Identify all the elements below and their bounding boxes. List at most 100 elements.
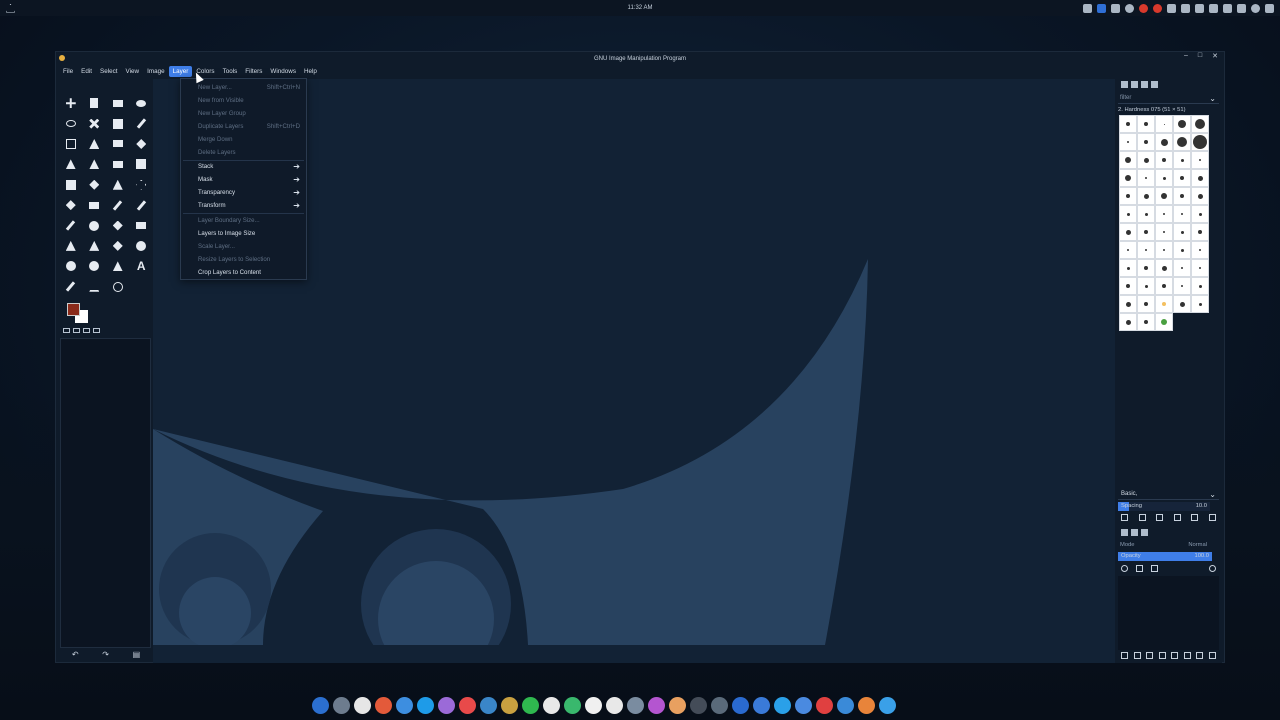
brush-thumbnail[interactable] [1173, 187, 1191, 205]
menu-tools[interactable]: Tools [219, 66, 242, 77]
new-group-icon[interactable] [1133, 652, 1141, 659]
dock-app-icon[interactable] [312, 696, 329, 714]
layer-mode-select[interactable]: Mode Normal [1118, 541, 1219, 550]
brush-thumbnail[interactable] [1191, 151, 1209, 169]
maximize-icon[interactable]: □ [1198, 52, 1202, 60]
grid-tool[interactable] [59, 175, 83, 195]
brush-thumbnail[interactable] [1119, 205, 1137, 223]
warp-tool[interactable] [106, 134, 130, 154]
eraser-tool[interactable] [130, 215, 154, 235]
menu-item-resize-layers-to-selection[interactable]: Resize Layers to Selection [181, 253, 306, 266]
ellipse-select-tool[interactable] [130, 93, 154, 113]
dock-app-icon[interactable] [669, 696, 686, 714]
lower-layer-icon[interactable] [1158, 652, 1166, 659]
paths-tool[interactable] [83, 256, 107, 276]
compass-tool[interactable] [83, 277, 107, 297]
color-picker-tool[interactable] [59, 277, 83, 297]
brush-thumbnail[interactable] [1191, 187, 1209, 205]
paths-tab-icon[interactable] [1141, 529, 1148, 536]
brush-thumbnail[interactable] [1155, 277, 1173, 295]
volume-icon[interactable] [1181, 3, 1190, 13]
brush-thumbnail[interactable] [1191, 133, 1209, 151]
brushes-tab-icon[interactable] [1121, 81, 1128, 88]
visibility-icon[interactable] [1121, 565, 1128, 572]
pencil-tool[interactable] [130, 195, 154, 215]
tray-app-icon[interactable] [1167, 3, 1176, 13]
clipboard-icon[interactable] [1111, 3, 1120, 13]
measure-tool[interactable] [106, 256, 130, 276]
dock-app-icon[interactable] [795, 696, 812, 714]
dock-app-icon[interactable] [648, 696, 665, 714]
brush-thumbnail[interactable] [1155, 241, 1173, 259]
dock-app-icon[interactable] [522, 696, 539, 714]
unified-transform-tool[interactable] [130, 134, 154, 154]
cage-tool[interactable] [59, 154, 83, 174]
menu-item-transparency[interactable]: Transparency ➔ [181, 186, 306, 199]
free-select-tool[interactable] [59, 113, 83, 133]
tray-app-icon[interactable] [1083, 3, 1092, 13]
effects-icon[interactable] [1151, 565, 1158, 572]
minimize-icon[interactable]: – [1184, 52, 1188, 60]
open-brush-icon[interactable] [1208, 514, 1216, 521]
opacity-slider[interactable]: Opacity 100.0 [1118, 552, 1212, 561]
brush-thumbnail[interactable] [1173, 277, 1191, 295]
menu-item-crop-layers-to-content[interactable]: Crop Layers to Content [181, 266, 306, 279]
menu-item-merge-down[interactable]: Merge Down [181, 133, 306, 146]
chevron-up-icon[interactable] [1223, 3, 1232, 13]
new-brush-icon[interactable] [1138, 514, 1146, 521]
brush-thumbnail[interactable] [1119, 115, 1137, 133]
brush-thumbnail[interactable] [1191, 205, 1209, 223]
search-icon[interactable] [1209, 565, 1216, 572]
redo-icon[interactable]: ↷ [102, 650, 109, 659]
heal-tool[interactable] [59, 236, 83, 256]
brush-thumbnail[interactable] [1173, 259, 1191, 277]
brush-thumbnail[interactable] [1173, 205, 1191, 223]
transform-tool[interactable] [83, 134, 107, 154]
dock-app-icon[interactable] [396, 696, 413, 714]
tray-app-icon[interactable] [1125, 3, 1134, 13]
brush-filter[interactable]: filter ⌄ [1118, 93, 1219, 104]
brush-thumbnail[interactable] [1155, 187, 1173, 205]
brush-thumbnail[interactable] [1191, 259, 1209, 277]
brush-thumbnail[interactable] [1137, 205, 1155, 223]
menu-windows[interactable]: Windows [266, 66, 300, 77]
power-icon[interactable] [1265, 3, 1274, 13]
edit-brush-icon[interactable] [1121, 514, 1128, 521]
shield-icon[interactable] [1097, 3, 1106, 13]
display-icon[interactable] [1237, 3, 1246, 13]
brush-thumbnail[interactable] [1173, 169, 1191, 187]
foreground-color[interactable] [67, 302, 80, 316]
scale-tool[interactable] [130, 154, 154, 174]
move-tool[interactable] [59, 93, 83, 113]
brush-thumbnail[interactable] [1191, 223, 1209, 241]
dock-app-icon[interactable] [753, 696, 770, 714]
brush-preset-select[interactable]: Basic, ⌄ [1118, 489, 1219, 500]
lock-icon[interactable] [1136, 565, 1143, 572]
dodge-burn-tool[interactable] [130, 236, 154, 256]
menu-item-scale-layer[interactable]: Scale Layer... [181, 240, 306, 253]
clone-tool[interactable] [106, 175, 130, 195]
mask-icon[interactable] [1196, 652, 1204, 659]
brush-thumbnail[interactable] [1137, 187, 1155, 205]
theme-icon[interactable] [1251, 3, 1260, 13]
dock-app-icon[interactable] [333, 696, 350, 714]
brush-thumbnail[interactable] [1119, 295, 1137, 313]
brush-thumbnail[interactable] [1191, 277, 1209, 295]
brush-thumbnail[interactable] [1173, 133, 1191, 151]
ink-tool[interactable] [83, 215, 107, 235]
menu-file[interactable]: File [59, 66, 77, 77]
brush-thumbnail[interactable] [1155, 259, 1173, 277]
brush-thumbnail[interactable] [1137, 169, 1155, 187]
brush-thumbnail[interactable] [1119, 169, 1137, 187]
dock-app-icon[interactable] [417, 696, 434, 714]
brush-thumbnail[interactable] [1155, 115, 1173, 133]
flip-tool[interactable] [106, 154, 130, 174]
menu-item-new-from-visible[interactable]: New from Visible [181, 94, 306, 107]
brush-thumbnail[interactable] [1155, 295, 1173, 313]
zoom-tool[interactable] [106, 277, 130, 297]
dock-app-icon[interactable] [354, 696, 371, 714]
menu-item-duplicate-layers[interactable]: Duplicate Layers Shift+Ctrl+D [181, 120, 306, 133]
device-status-tab-icon[interactable] [73, 328, 80, 334]
airbrush-tool[interactable] [59, 215, 83, 235]
delete-layer-icon[interactable] [1208, 652, 1216, 659]
